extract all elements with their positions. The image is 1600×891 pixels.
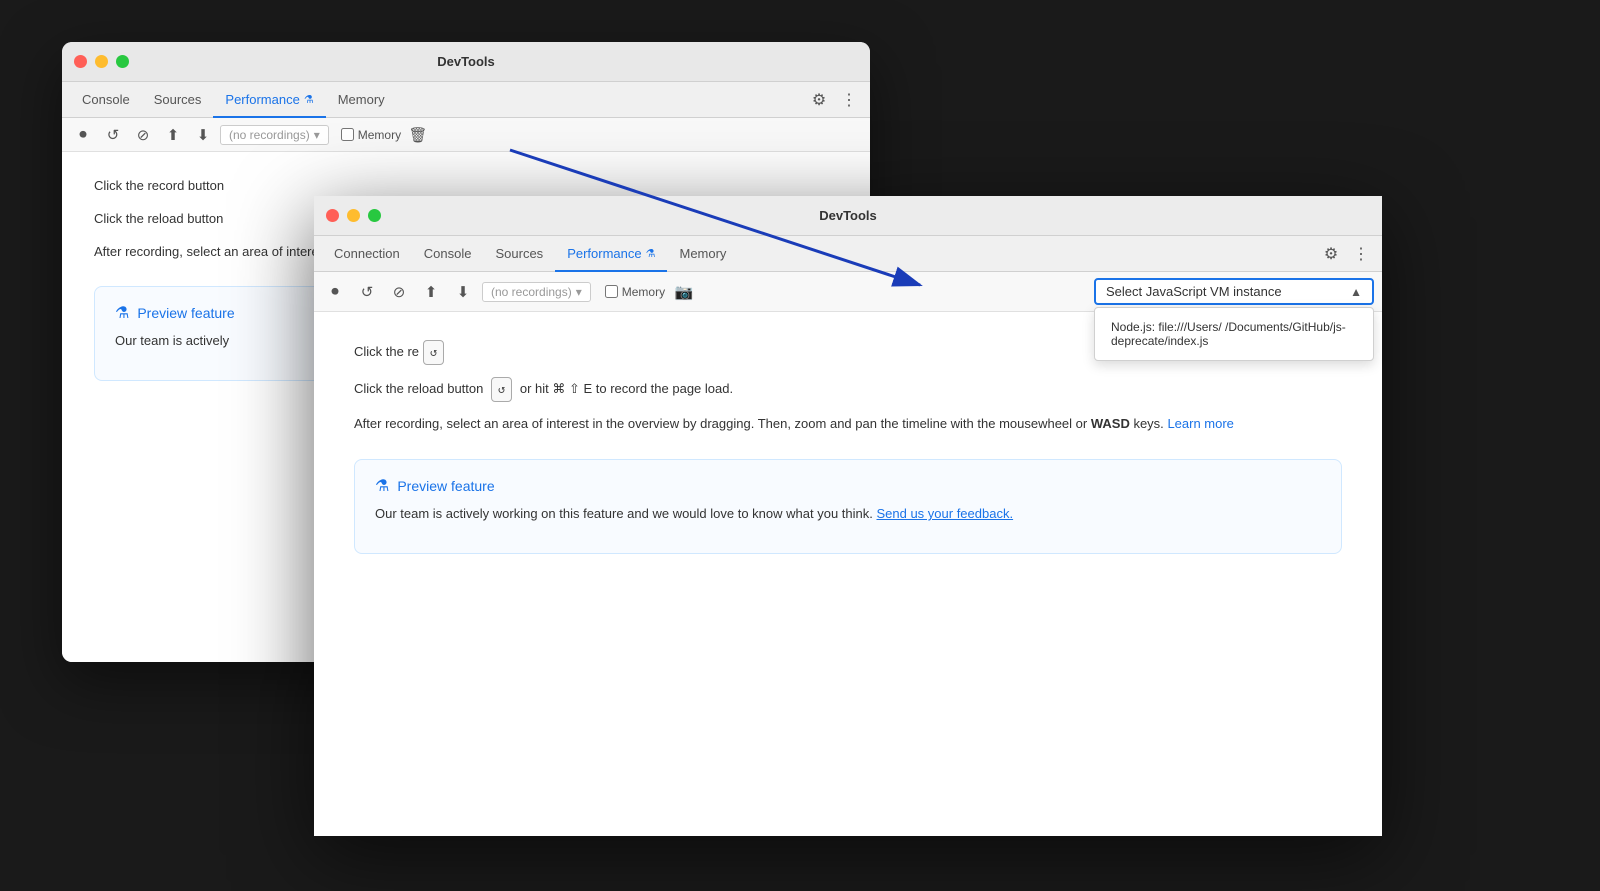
front-vm-dropdown-arrow-icon: ▲ xyxy=(1350,285,1362,299)
front-learn-more-link[interactable]: Learn more xyxy=(1167,416,1233,431)
bg-maximize-btn[interactable] xyxy=(116,55,129,68)
bg-line1: Click the record button xyxy=(94,176,838,197)
bg-tab-memory[interactable]: Memory xyxy=(326,82,397,118)
front-toolbar: ⏺ ↺ ⊘ ⬆ ⬇ (no recordings) ▾ Memory 📷 Sel… xyxy=(314,272,1382,312)
bg-traffic-lights xyxy=(74,55,129,68)
front-reload-key-icon: ↺ xyxy=(423,340,444,365)
bg-cancel-btn[interactable]: ⊘ xyxy=(130,122,156,148)
bg-titlebar: DevTools xyxy=(62,42,870,82)
front-performance-flask-icon: ⚗ xyxy=(646,247,656,260)
bg-recordings-text: (no recordings) xyxy=(229,128,310,142)
front-upload-btn[interactable]: ⬆ xyxy=(418,279,444,305)
front-record-btn[interactable]: ⏺ xyxy=(322,279,348,305)
front-devtools-window: DevTools Connection Console Sources Perf… xyxy=(314,196,1382,836)
bg-settings-area: ⚙ ⋮ xyxy=(806,87,862,113)
front-preview-title: ⚗ Preview feature xyxy=(375,476,1321,496)
bg-memory-label: Memory xyxy=(358,128,401,142)
bg-record-btn[interactable]: ⏺ xyxy=(70,122,96,148)
front-vm-option-1[interactable]: Node.js: file:///Users/ /Documents/GitHu… xyxy=(1095,312,1373,356)
bg-preview-flask-icon: ⚗ xyxy=(115,303,129,323)
front-more-btn[interactable]: ⋮ xyxy=(1348,241,1374,267)
bg-more-btn[interactable]: ⋮ xyxy=(836,87,862,113)
front-feedback-link[interactable]: Send us your feedback. xyxy=(876,506,1013,521)
front-memory-check-input[interactable] xyxy=(605,285,618,298)
bg-memory-check-input[interactable] xyxy=(341,128,354,141)
front-tab-memory[interactable]: Memory xyxy=(667,236,738,272)
bg-performance-flask-icon: ⚗ xyxy=(304,93,314,106)
front-maximize-btn[interactable] xyxy=(368,209,381,222)
front-tab-connection[interactable]: Connection xyxy=(322,236,412,272)
front-reload-key-2: ↺ xyxy=(491,377,512,402)
bg-tab-performance[interactable]: Performance ⚗ xyxy=(213,82,325,118)
bg-memory-checkbox[interactable]: Memory xyxy=(341,128,401,142)
front-titlebar: DevTools xyxy=(314,196,1382,236)
front-line3: After recording, select an area of inter… xyxy=(354,414,1342,435)
bg-upload-btn[interactable]: ⬆ xyxy=(160,122,186,148)
front-vm-dropdown[interactable]: Select JavaScript VM instance ▲ xyxy=(1094,278,1374,305)
front-content: Click the re↺ Click the reload button ↺ … xyxy=(314,312,1382,836)
bg-delete-btn[interactable]: 🗑 xyxy=(405,122,431,148)
bg-tab-sources[interactable]: Sources xyxy=(142,82,214,118)
front-tab-performance[interactable]: Performance ⚗ xyxy=(555,236,667,272)
bg-recordings-dropdown[interactable]: (no recordings) ▾ xyxy=(220,125,329,145)
front-dropdown-arrow-icon: ▾ xyxy=(576,285,582,299)
bg-toolbar: ⏺ ↺ ⊘ ⬆ ⬇ (no recordings) ▾ Memory 🗑 xyxy=(62,118,870,152)
front-close-btn[interactable] xyxy=(326,209,339,222)
front-settings-area: ⚙ ⋮ xyxy=(1318,241,1374,267)
front-preview-flask-icon: ⚗ xyxy=(375,476,389,496)
front-settings-btn[interactable]: ⚙ xyxy=(1318,241,1344,267)
front-preview-box: ⚗ Preview feature Our team is actively w… xyxy=(354,459,1342,554)
front-traffic-lights xyxy=(326,209,381,222)
front-vm-dropdown-label: Select JavaScript VM instance xyxy=(1106,284,1282,299)
front-tab-sources[interactable]: Sources xyxy=(483,236,555,272)
front-cancel-btn[interactable]: ⊘ xyxy=(386,279,412,305)
bg-reload-btn[interactable]: ↺ xyxy=(100,122,126,148)
front-camera-btn[interactable]: 📷 xyxy=(671,279,697,305)
front-line2: Click the reload button ↺ or hit ⌘ ⇧ E t… xyxy=(354,377,1342,402)
front-window-title: DevTools xyxy=(819,208,877,223)
bg-settings-btn[interactable]: ⚙ xyxy=(806,87,832,113)
front-wasd-text: WASD xyxy=(1091,416,1130,431)
front-minimize-btn[interactable] xyxy=(347,209,360,222)
front-recordings-dropdown[interactable]: (no recordings) ▾ xyxy=(482,282,591,302)
bg-dropdown-arrow-icon: ▾ xyxy=(314,128,320,142)
front-download-btn[interactable]: ⬇ xyxy=(450,279,476,305)
front-recordings-text: (no recordings) xyxy=(491,285,572,299)
front-preview-body: Our team is actively working on this fea… xyxy=(375,504,1321,525)
bg-close-btn[interactable] xyxy=(74,55,87,68)
bg-minimize-btn[interactable] xyxy=(95,55,108,68)
front-tabs: Connection Console Sources Performance ⚗… xyxy=(314,236,1382,272)
front-reload-btn[interactable]: ↺ xyxy=(354,279,380,305)
front-memory-label: Memory xyxy=(622,285,665,299)
bg-tab-console[interactable]: Console xyxy=(70,82,142,118)
bg-window-title: DevTools xyxy=(437,54,495,69)
front-tab-console[interactable]: Console xyxy=(412,236,484,272)
bg-download-btn[interactable]: ⬇ xyxy=(190,122,216,148)
front-vm-dropdown-wrapper: Select JavaScript VM instance ▲ Node.js:… xyxy=(1094,278,1374,305)
bg-tabs: Console Sources Performance ⚗ Memory ⚙ ⋮ xyxy=(62,82,870,118)
front-vm-dropdown-menu: Node.js: file:///Users/ /Documents/GitHu… xyxy=(1094,307,1374,361)
front-memory-checkbox[interactable]: Memory xyxy=(605,285,665,299)
